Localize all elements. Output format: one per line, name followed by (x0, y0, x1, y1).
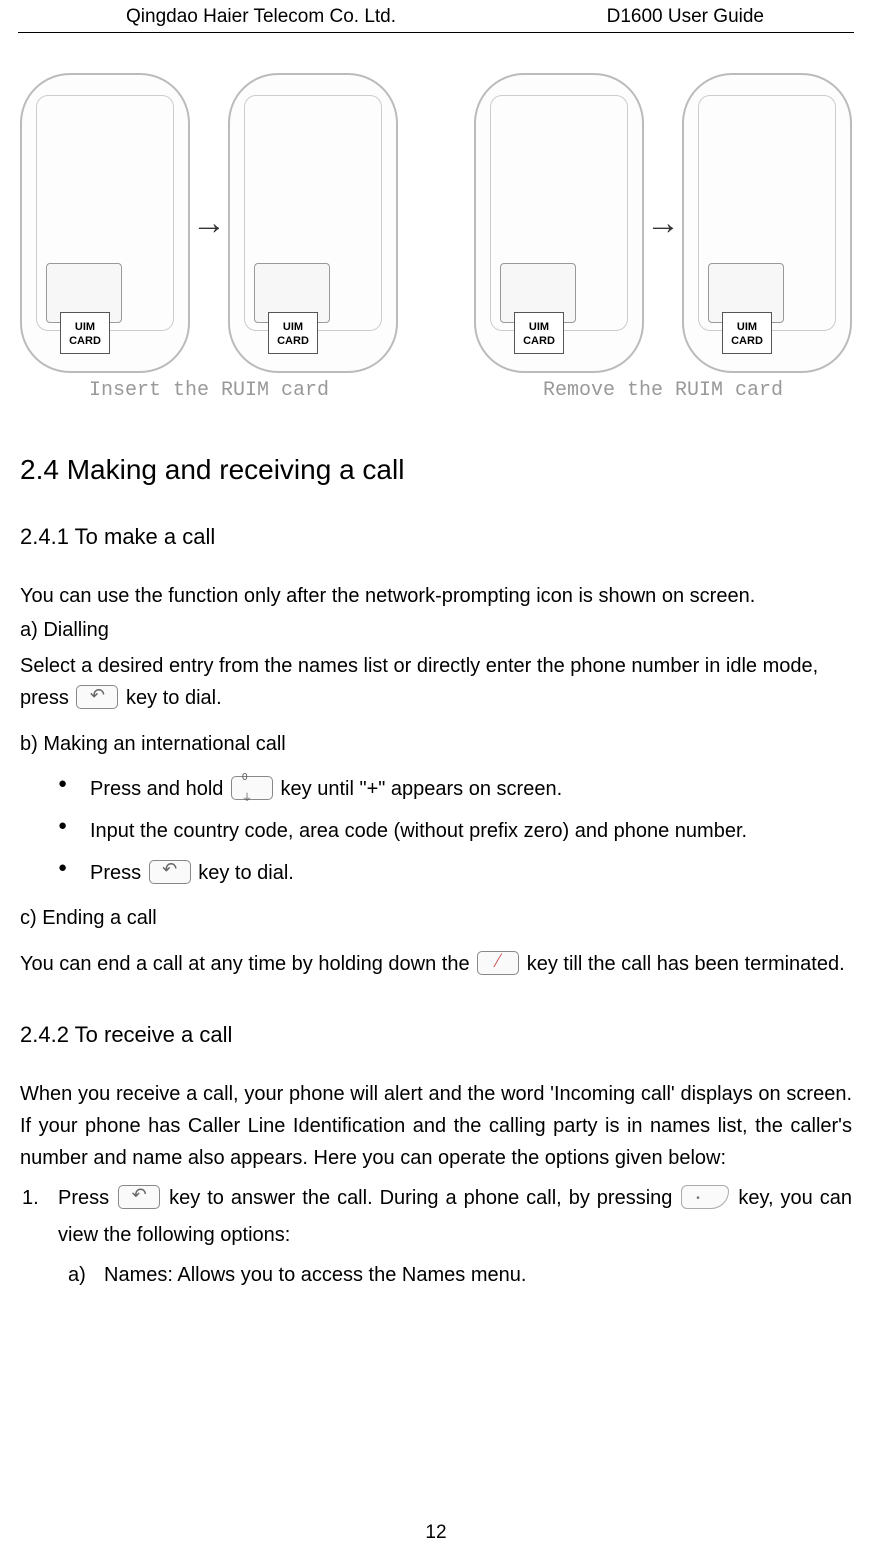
call-key-icon (149, 860, 191, 884)
list-numbered: 1. Press key to answer the call. During … (20, 1180, 852, 1292)
list-item: 1. Press key to answer the call. During … (20, 1180, 852, 1292)
label-c-ending: c) Ending a call (20, 902, 852, 934)
label-a-dialling: a) Dialling (20, 614, 852, 646)
phone-diagram-icon: UIM CARD (474, 73, 644, 373)
page-number: 12 (0, 1522, 872, 1544)
text-item1-before: Press (58, 1187, 116, 1209)
text-c-after: key till the call has been terminated. (527, 953, 845, 975)
text-b3-after: key to dial. (198, 862, 294, 884)
list-item: Press and hold key until "+" appears on … (58, 768, 852, 810)
text-item1-mid: key to answer the call. During a phone c… (169, 1187, 679, 1209)
phone-diagram-icon: UIM CARD (682, 73, 852, 373)
body-content: 2.4 Making and receiving a call 2.4.1 To… (18, 454, 854, 1292)
list-b-bullets: Press and hold key until "+" appears on … (58, 768, 852, 894)
arrow-right-icon: → (646, 204, 680, 243)
uim-card-label: UIM CARD (514, 312, 564, 354)
uim-card-label: UIM CARD (268, 312, 318, 354)
call-key-icon (76, 685, 118, 709)
heading-2-4-2: 2.4.2 To receive a call (20, 1022, 852, 1048)
label-b-international: b) Making an international call (20, 728, 852, 760)
call-key-icon (118, 1185, 160, 1209)
page-header: Qingdao Haier Telecom Co. Ltd. D1600 Use… (18, 0, 854, 33)
end-key-icon (477, 951, 519, 975)
para-241-intro: You can use the function only after the … (20, 580, 852, 612)
text-c-before: You can end a call at any time by holdin… (20, 953, 475, 975)
figure-remove-row: UIM CARD → UIM CARD (474, 73, 852, 373)
header-company: Qingdao Haier Telecom Co. Ltd. (126, 6, 396, 28)
figure-row: UIM CARD → UIM CARD Insert the RUIM card… (18, 73, 854, 402)
heading-2-4: 2.4 Making and receiving a call (20, 454, 852, 486)
list-item: Input the country code, area code (witho… (58, 810, 852, 852)
figure-caption-insert: Insert the RUIM card (89, 379, 329, 402)
list-alpha: a) Names: Allows you to access the Names… (68, 1258, 852, 1292)
figure-caption-remove: Remove the RUIM card (543, 379, 783, 402)
uim-card-label: UIM CARD (60, 312, 110, 354)
text-b3-before: Press (90, 862, 147, 884)
para-a-dialling: Select a desired entry from the names li… (20, 650, 852, 714)
zero-key-icon (231, 776, 273, 800)
softkey-icon (681, 1185, 729, 1209)
num-marker: 1. (22, 1180, 39, 1217)
phone-diagram-icon: UIM CARD (228, 73, 398, 373)
text-a-after: key to dial. (126, 687, 222, 709)
arrow-right-icon: → (192, 204, 226, 243)
heading-2-4-1: 2.4.1 To make a call (20, 524, 852, 550)
phone-diagram-icon: UIM CARD (20, 73, 190, 373)
figure-insert-group: UIM CARD → UIM CARD Insert the RUIM card (20, 73, 398, 402)
figure-remove-group: UIM CARD → UIM CARD Remove the RUIM card (474, 73, 852, 402)
figure-insert-row: UIM CARD → UIM CARD (20, 73, 398, 373)
text-b1-before: Press and hold (90, 778, 229, 800)
header-doc-title: D1600 User Guide (607, 6, 764, 28)
para-c-ending: You can end a call at any time by holdin… (20, 948, 852, 980)
list-item: a) Names: Allows you to access the Names… (68, 1258, 852, 1292)
para-242-intro: When you receive a call, your phone will… (20, 1078, 852, 1174)
text-b1-after: key until "+" appears on screen. (281, 778, 563, 800)
uim-card-label: UIM CARD (722, 312, 772, 354)
list-item: Press key to dial. (58, 852, 852, 894)
alpha-marker: a) (68, 1258, 86, 1292)
text-item1a: Names: Allows you to access the Names me… (104, 1264, 526, 1286)
